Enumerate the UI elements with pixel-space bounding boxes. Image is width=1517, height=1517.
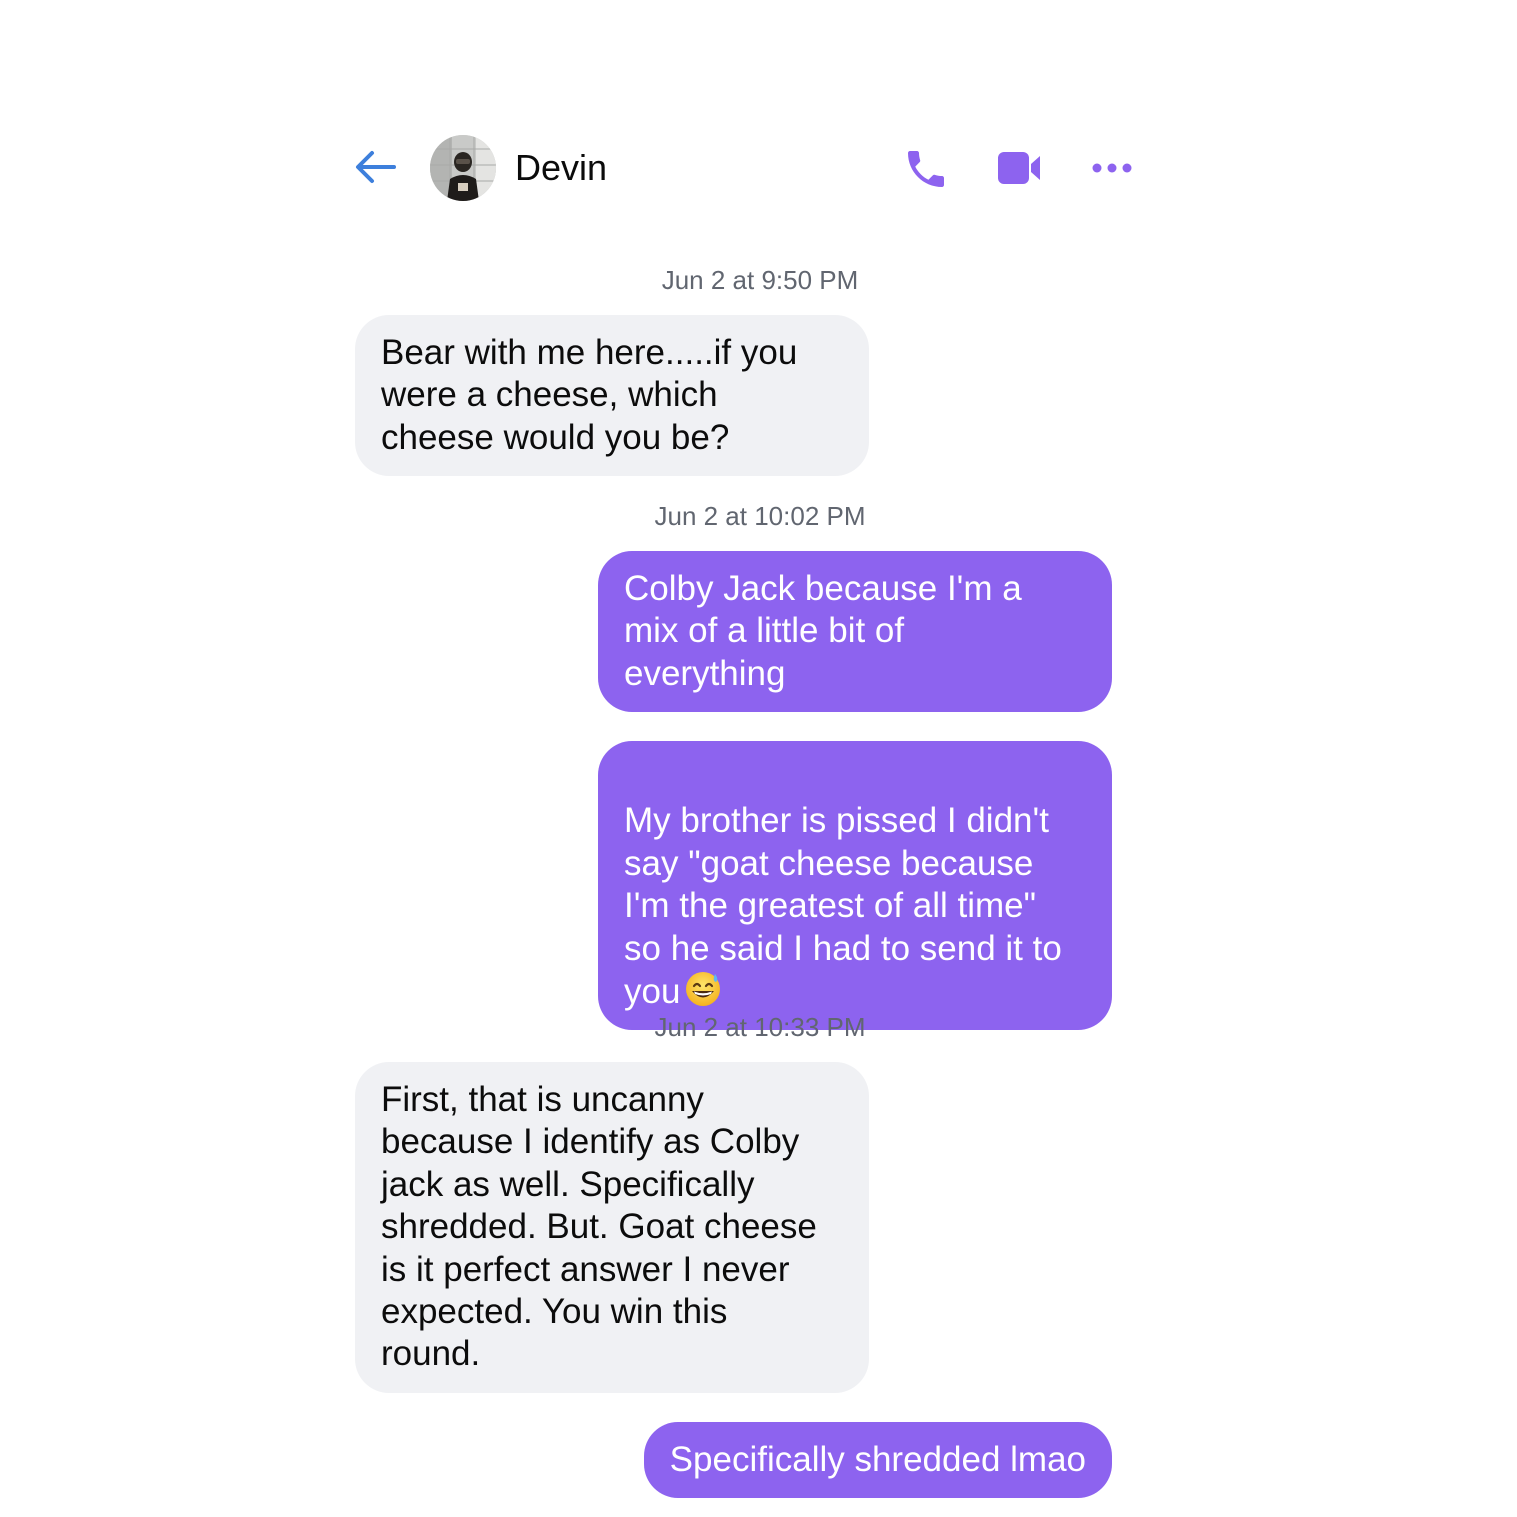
video-call-button[interactable] — [994, 148, 1046, 188]
outgoing-message[interactable]: Specifically shredded lmao — [643, 1422, 1112, 1499]
video-camera-icon — [998, 152, 1040, 184]
back-arrow-icon — [356, 151, 396, 183]
call-button[interactable] — [902, 145, 950, 193]
avatar-photo — [430, 135, 496, 201]
outgoing-message[interactable]: My brother is pissed I didn't say "goat … — [598, 741, 1112, 1031]
incoming-message[interactable]: First, that is uncanny because I identif… — [355, 1062, 869, 1393]
outgoing-message[interactable]: Colby Jack because I'm a mix of a little… — [598, 551, 1112, 713]
timestamp: Jun 2 at 10:02 PM — [654, 501, 866, 531]
timestamp: Jun 2 at 9:50 PM — [661, 265, 859, 295]
contact-name[interactable]: Devin — [515, 146, 607, 190]
conversation-header: Devin — [0, 0, 1517, 230]
timestamp: Jun 2 at 10:33 PM — [654, 1012, 866, 1042]
incoming-message[interactable]: Bear with me here.....if you were a chee… — [355, 315, 869, 477]
phone-icon — [908, 151, 944, 187]
grinning-face-with-sweat-emoji — [684, 970, 722, 1008]
more-options-icon — [1092, 163, 1132, 173]
more-options-button[interactable] — [1088, 152, 1136, 184]
back-button[interactable] — [350, 142, 402, 194]
avatar[interactable] — [430, 135, 496, 201]
